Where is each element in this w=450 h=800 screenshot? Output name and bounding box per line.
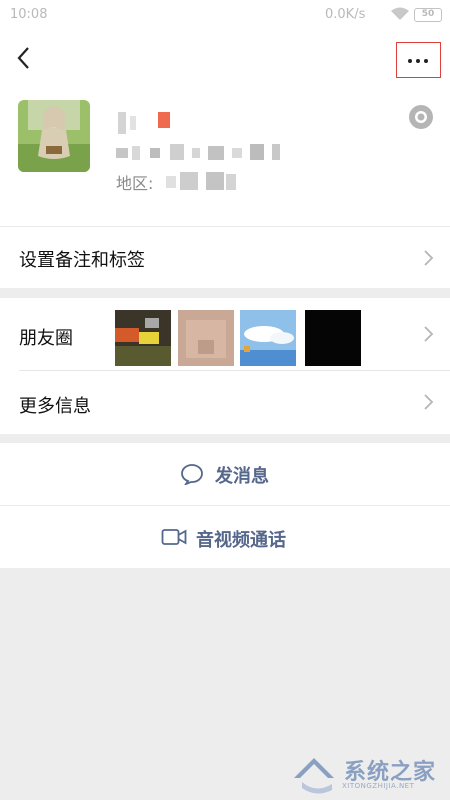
status-bar: 10:08 0.0K/s 50 bbox=[0, 0, 450, 32]
chevron-right-icon bbox=[424, 394, 434, 410]
remark-tag-label: 设置备注和标签 bbox=[19, 250, 145, 271]
battery-level: 50 bbox=[421, 9, 435, 19]
remark-tag-row[interactable]: 设置备注和标签 bbox=[0, 226, 450, 288]
region-label: 地区: bbox=[116, 174, 154, 193]
camera-icon[interactable] bbox=[408, 104, 434, 130]
moments-row[interactable]: 朋友圈 bbox=[0, 298, 450, 370]
moments-label: 朋友圈 bbox=[19, 328, 73, 349]
send-message-label: 发消息 bbox=[215, 466, 269, 487]
battery-icon: 50 bbox=[414, 8, 442, 22]
moments-thumbnail-2 bbox=[178, 310, 234, 366]
more-info-label: 更多信息 bbox=[19, 396, 91, 417]
video-camera-icon bbox=[161, 529, 187, 545]
back-button[interactable] bbox=[8, 40, 40, 76]
more-info-row[interactable]: 更多信息 bbox=[0, 370, 450, 434]
more-dot-3 bbox=[424, 59, 428, 63]
status-net-speed: 0.0K/s bbox=[325, 7, 366, 22]
moments-thumbnail-1 bbox=[115, 310, 171, 366]
top-nav bbox=[0, 32, 450, 92]
moments-thumbnail-3 bbox=[240, 310, 296, 366]
video-call-button[interactable]: 音视频通话 bbox=[0, 505, 450, 568]
video-call-label: 音视频通话 bbox=[196, 530, 286, 551]
profile-header: 地区: bbox=[0, 92, 450, 226]
wifi-icon bbox=[391, 7, 409, 20]
avatar[interactable] bbox=[18, 100, 90, 172]
status-time: 10:08 bbox=[10, 7, 48, 22]
watermark-subtext: XITONGZHIJIA.NET bbox=[342, 782, 415, 790]
chevron-right-icon bbox=[424, 326, 434, 342]
watermark-logo bbox=[294, 758, 334, 794]
more-dot-2 bbox=[416, 59, 420, 63]
more-options-button[interactable] bbox=[396, 42, 441, 78]
chevron-right-icon bbox=[424, 250, 434, 266]
moments-thumbnail-4 bbox=[305, 310, 361, 366]
watermark: 系统之家 XITONGZHIJIA.NET bbox=[292, 752, 442, 796]
more-dots-icon bbox=[408, 59, 412, 63]
chat-bubble-icon bbox=[181, 464, 203, 485]
send-message-button[interactable]: 发消息 bbox=[0, 443, 450, 505]
divider bbox=[19, 370, 450, 371]
